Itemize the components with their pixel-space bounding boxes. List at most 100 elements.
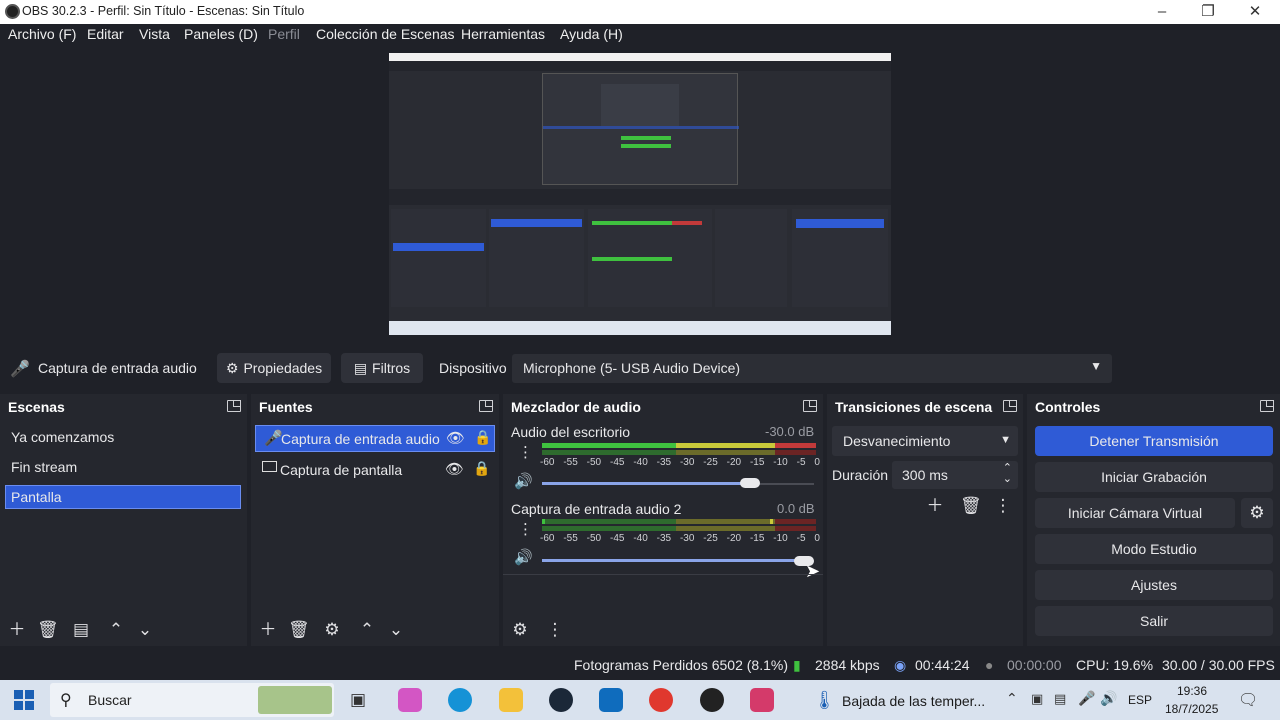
weather-text[interactable]: Bajada de las temper... [842,693,985,709]
meter-red [775,519,816,524]
properties-button[interactable]: ⚙ Propiedades [217,353,331,383]
menu-archivo[interactable]: Archivo (F) [8,26,76,42]
stream-time: 00:44:24 [915,657,970,673]
edge-icon[interactable] [448,688,472,712]
eye-icon[interactable]: 👁 [446,429,465,447]
menu-perfil[interactable]: Perfil [268,26,300,42]
windows-start-icon[interactable] [14,690,34,710]
close-icon[interactable]: ✕ [1244,2,1266,22]
filters-label: Filtros [372,360,411,376]
record-time: 00:00:00 [1007,657,1062,673]
start-recording-button[interactable]: Iniciar Grabación [1035,462,1273,492]
channel-name: Audio del escritorio [511,424,631,440]
mouse-cursor-icon: ➤ [805,561,821,581]
taskbar-search-box[interactable]: ⚲ Buscar [50,683,334,717]
lock-icon[interactable]: 🔒 [473,460,490,477]
chevron-down-icon[interactable]: ⌄ [387,621,405,639]
stop-streaming-button[interactable]: Detener Transmisión [1035,426,1273,456]
undock-icon[interactable] [227,400,241,412]
meter-yellow [676,443,775,448]
menu-herramientas[interactable]: Herramientas [461,26,545,42]
lock-icon[interactable]: 🔒 [474,429,491,446]
meter-yellow [676,519,775,524]
settings-button[interactable]: Ajustes [1035,570,1273,600]
undock-icon[interactable] [1260,400,1274,412]
kebab-menu-icon[interactable]: ⋮ [994,497,1012,515]
speaker-icon[interactable]: 🔊 [1100,690,1117,707]
minimize-icon[interactable]: – [1151,2,1173,22]
add-icon[interactable]: ＋ [259,621,277,639]
volume-slider-knob[interactable] [740,478,760,488]
chevron-up-icon[interactable]: ⌃ [107,621,125,639]
source-label: Captura de pantalla [280,462,403,478]
notification-icon[interactable]: 🗨 [1238,690,1258,710]
add-icon[interactable]: ＋ [926,497,944,515]
obs-taskbar-icon[interactable] [700,688,724,712]
chevron-down-icon[interactable]: ⌄ [136,621,154,639]
file-explorer-icon[interactable] [499,688,523,712]
volume-icon[interactable]: 🔊 [514,548,533,566]
advanced-audio-gear-icon[interactable]: ⚙ [511,621,529,639]
search-icon: ⚲ [60,692,72,709]
outlook-icon[interactable] [599,688,623,712]
task-view-icon[interactable]: ▣ [350,690,366,710]
chevron-down-icon: ▼ [1090,359,1102,373]
network-icon[interactable]: ▤ [1054,691,1066,707]
streaming-icon: ◉ [894,657,907,673]
exit-button[interactable]: Salir [1035,606,1273,636]
clock-time[interactable]: 19:36 [1177,684,1207,698]
source-item-selected[interactable]: 🎤 Captura de entrada audio 👁 🔒 [255,425,495,452]
tray-app-icon[interactable]: ▣ [1031,691,1043,707]
start-virtual-camera-button[interactable]: Iniciar Cámara Virtual [1035,498,1235,528]
undock-icon[interactable] [803,400,817,412]
microphone-tray-icon[interactable]: 🎤 [1078,690,1095,707]
chevron-down-icon[interactable]: ⌄ [1003,472,1012,485]
studio-mode-button[interactable]: Modo Estudio [1035,534,1273,564]
chevron-up-icon[interactable]: ⌃ [358,621,376,639]
monitor-icon [262,461,277,472]
kebab-menu-icon[interactable]: ⋮ [546,621,564,639]
menu-paneles[interactable]: Paneles (D) [184,26,258,42]
duration-spinbox[interactable]: 300 ms ⌃ ⌄ [892,461,1018,489]
properties-label: Propiedades [243,360,323,376]
undock-icon[interactable] [479,400,493,412]
chevron-up-icon[interactable]: ⌃ [1006,690,1018,707]
chrome-icon[interactable] [649,688,673,712]
kebab-menu-icon[interactable]: ⋮ [518,443,533,461]
scene-item-selected[interactable]: Pantalla [5,485,241,509]
preview-canvas[interactable] [389,53,891,335]
scene-item[interactable]: Ya comenzamos [11,429,114,445]
kebab-menu-icon[interactable]: ⋮ [518,520,533,538]
add-icon[interactable]: ＋ [8,621,26,639]
copilot-icon[interactable] [398,688,422,712]
source-item[interactable]: Captura de pantalla 👁 🔒 [255,458,495,482]
filters-button[interactable]: ▤ Filtros [341,353,423,383]
channel-db: -30.0 dB [765,424,815,439]
search-highlight-image [258,686,332,714]
scene-item[interactable]: Fin stream [11,459,77,475]
restore-icon[interactable]: ❐ [1197,2,1219,22]
eye-icon[interactable]: 👁 [445,460,464,478]
transition-select[interactable]: Desvanecimiento ▼ [832,426,1018,456]
gear-icon[interactable]: ⚙ [323,621,341,639]
steam-icon[interactable] [549,688,573,712]
status-bar: Fotogramas Perdidos 6502 (8.1%) ▮ 2884 k… [0,652,1280,678]
device-select[interactable]: Microphone (5- USB Audio Device) ▼ [512,354,1112,383]
volume-slider-fill [542,482,750,485]
meter-green [542,443,676,448]
menu-coleccion-escenas[interactable]: Colección de Escenas [316,26,455,42]
trash-icon[interactable]: 🗑 [288,621,310,639]
volume-icon[interactable]: 🔊 [514,472,533,490]
menu-editar[interactable]: Editar [87,26,124,42]
virtual-camera-gear-icon[interactable]: ⚙ [1241,498,1273,528]
undock-icon[interactable] [1003,400,1017,412]
sources-title: Fuentes [259,399,313,415]
menu-vista[interactable]: Vista [139,26,170,42]
clock-date[interactable]: 18/7/2025 [1165,702,1218,716]
trash-icon[interactable]: 🗑 [960,497,982,515]
trash-icon[interactable]: 🗑 [37,621,59,639]
filter-icon[interactable]: ▤ [72,621,90,639]
input-language[interactable]: ESP [1128,693,1152,707]
menu-ayuda[interactable]: Ayuda (H) [560,26,623,42]
app-taskbar-icon[interactable] [750,688,774,712]
